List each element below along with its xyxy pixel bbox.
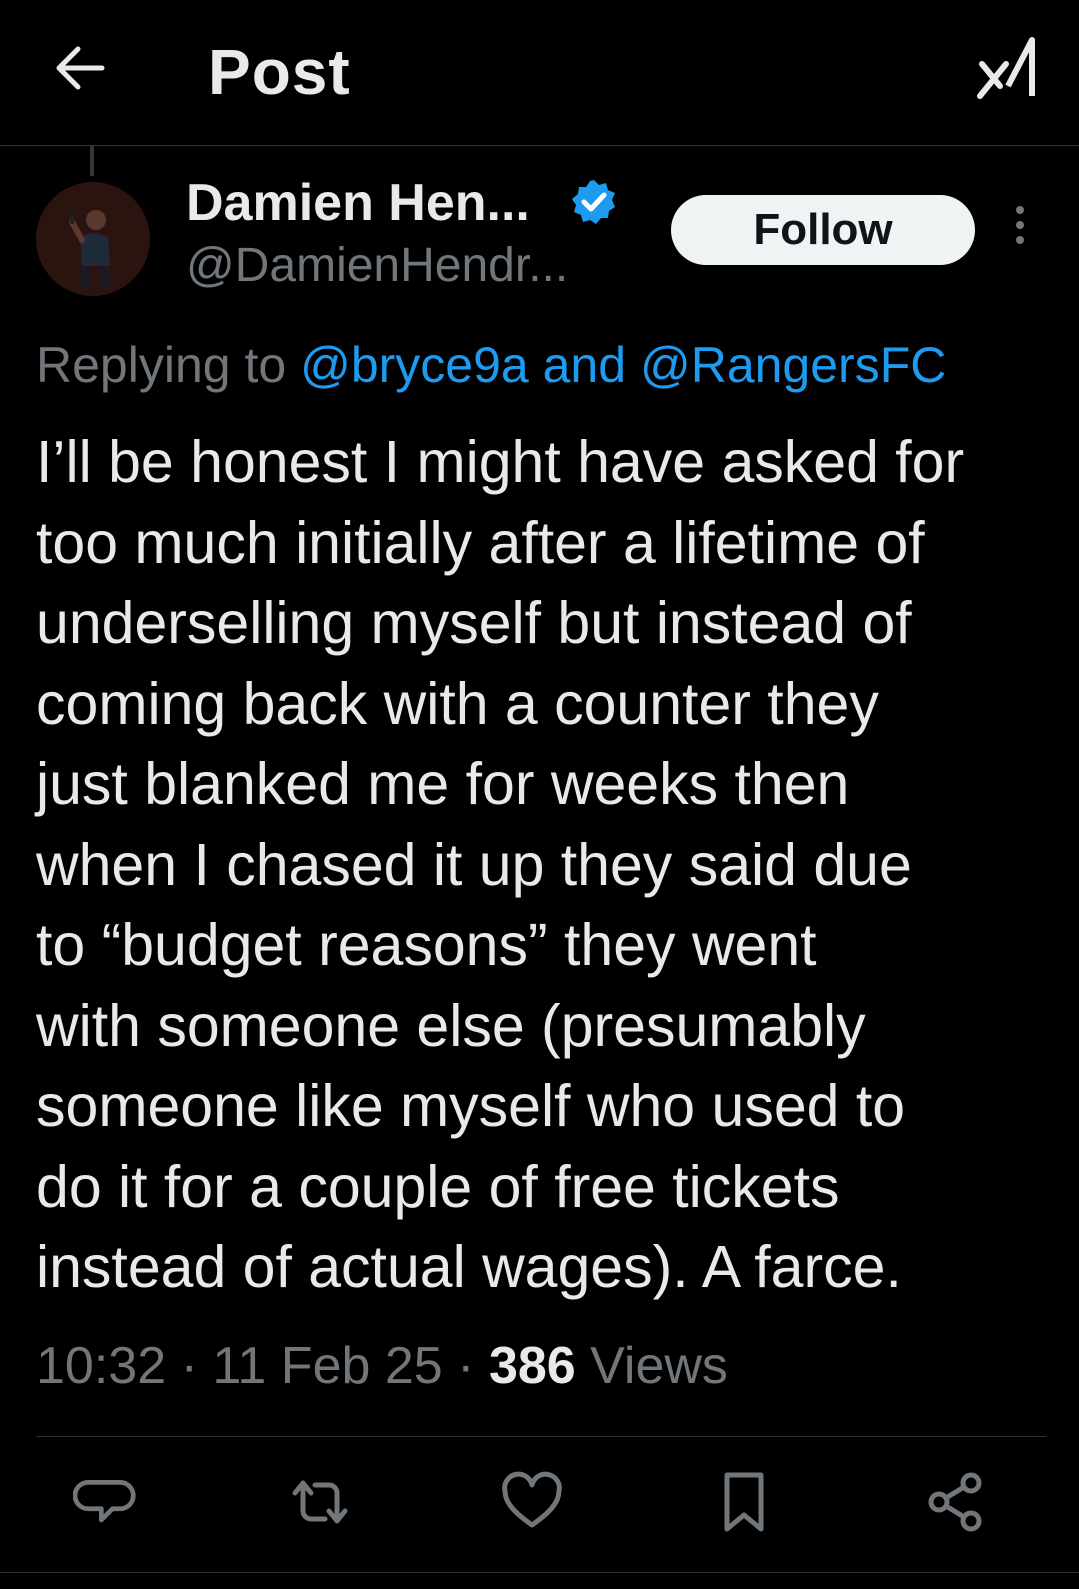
bookmark-button[interactable] (704, 1462, 784, 1542)
grok-icon (977, 37, 1035, 99)
more-options-button[interactable] (1004, 206, 1036, 252)
post-time[interactable]: 10:32 (36, 1337, 166, 1395)
avatar[interactable] (36, 182, 150, 296)
post-text-line: too much initially after a lifetime of (36, 509, 925, 576)
repost-button[interactable] (280, 1462, 360, 1542)
replying-to-line: Replying to @bryce9a and @RangersFC (36, 334, 946, 396)
action-bar (0, 1462, 1079, 1542)
replying-to-and: and (542, 337, 627, 393)
post-text-line: I’ll be honest I might have asked for (36, 429, 965, 495)
bookmark-icon (724, 1472, 764, 1532)
views-count: 386 (488, 1337, 576, 1395)
views-label: Views (590, 1337, 728, 1395)
repost-icon (292, 1480, 348, 1524)
post-date[interactable]: 11 Feb 25 (212, 1337, 442, 1395)
back-button[interactable] (52, 40, 108, 96)
post-text-line: just blanked me for weeks then (36, 751, 850, 817)
more-dot-icon (1016, 236, 1024, 244)
post-text-line: instead of actual wages). A farce. (36, 1234, 902, 1300)
meta-separator: · (457, 1337, 475, 1395)
verified-badge-icon (572, 180, 615, 224)
mention-link-bryce9a[interactable]: @bryce9a (300, 337, 529, 393)
post-text-line: underselling myself but instead of (36, 590, 912, 656)
post-text-line: coming back with a counter they (36, 670, 879, 737)
top-bar: Post (0, 0, 1079, 146)
arrow-left-icon (56, 46, 105, 90)
post-text-line: to “budget reasons” they went (36, 912, 817, 978)
reply-button[interactable] (66, 1462, 146, 1542)
thread-connector-line (90, 146, 94, 176)
author-display-name[interactable]: Damien Hen... (186, 172, 530, 234)
post-text-line: someone like myself who used to (36, 1073, 906, 1139)
heart-icon (502, 1471, 562, 1528)
divider (36, 1436, 1046, 1437)
author-handle[interactable]: @DamienHendr... (186, 236, 568, 296)
post-text-line: when I chased it up they said due (36, 831, 912, 898)
meta-separator: · (180, 1337, 198, 1395)
post-meta: 10:32 · 11 Feb 25 · 386 Views (36, 1334, 728, 1398)
page-title: Post (208, 36, 351, 108)
post-text-line: do it for a couple of free tickets (36, 1153, 840, 1220)
share-icon (928, 1472, 982, 1532)
post-text: I’ll be honest I might have asked for to… (36, 422, 1056, 1308)
replying-to-label: Replying to (36, 337, 287, 393)
grok-button[interactable] (976, 34, 1040, 100)
follow-button[interactable]: Follow (671, 195, 975, 265)
share-button[interactable] (916, 1462, 996, 1542)
mention-link-rangersfc[interactable]: @RangersFC (640, 337, 946, 393)
more-dot-icon (1016, 221, 1024, 229)
reply-icon (72, 1480, 136, 1523)
like-button[interactable] (492, 1462, 572, 1542)
post-text-line: with someone else (presumably (36, 992, 866, 1059)
avatar-photo-icon (36, 182, 150, 296)
more-dot-icon (1016, 206, 1024, 214)
bottom-divider (0, 1572, 1079, 1573)
